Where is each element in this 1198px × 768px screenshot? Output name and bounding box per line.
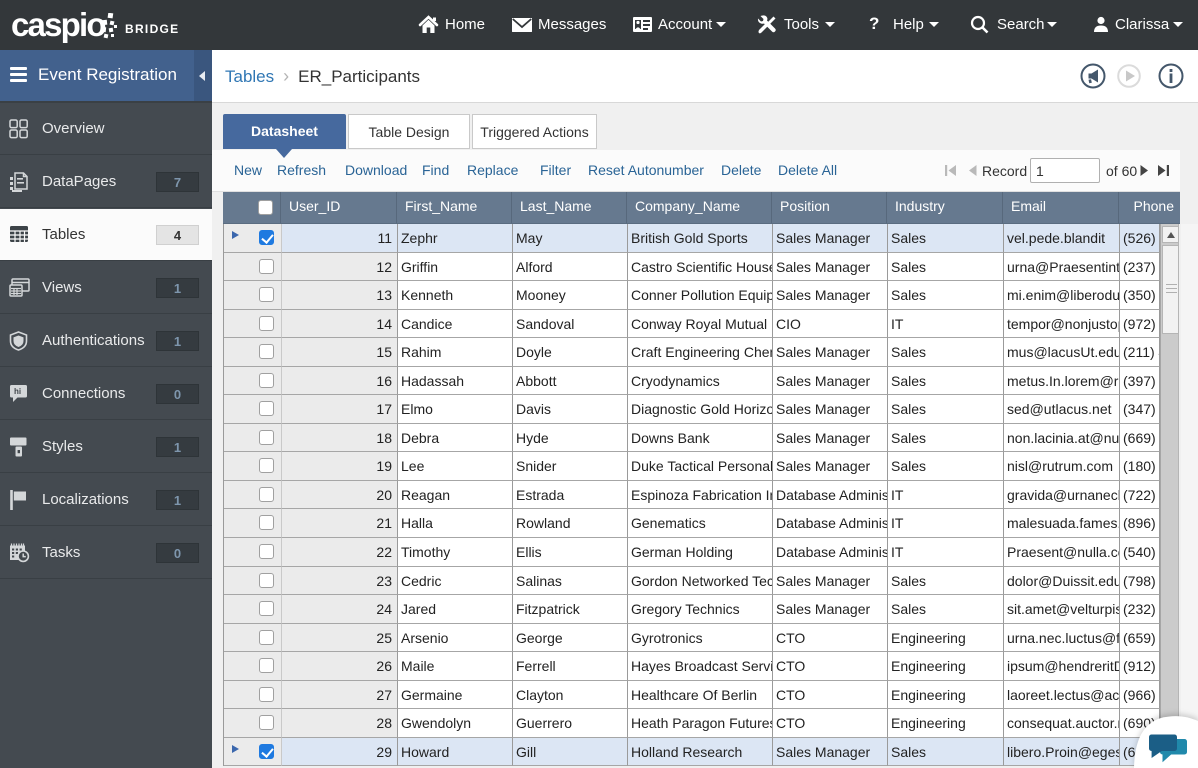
svg-text:hi: hi	[14, 387, 21, 396]
